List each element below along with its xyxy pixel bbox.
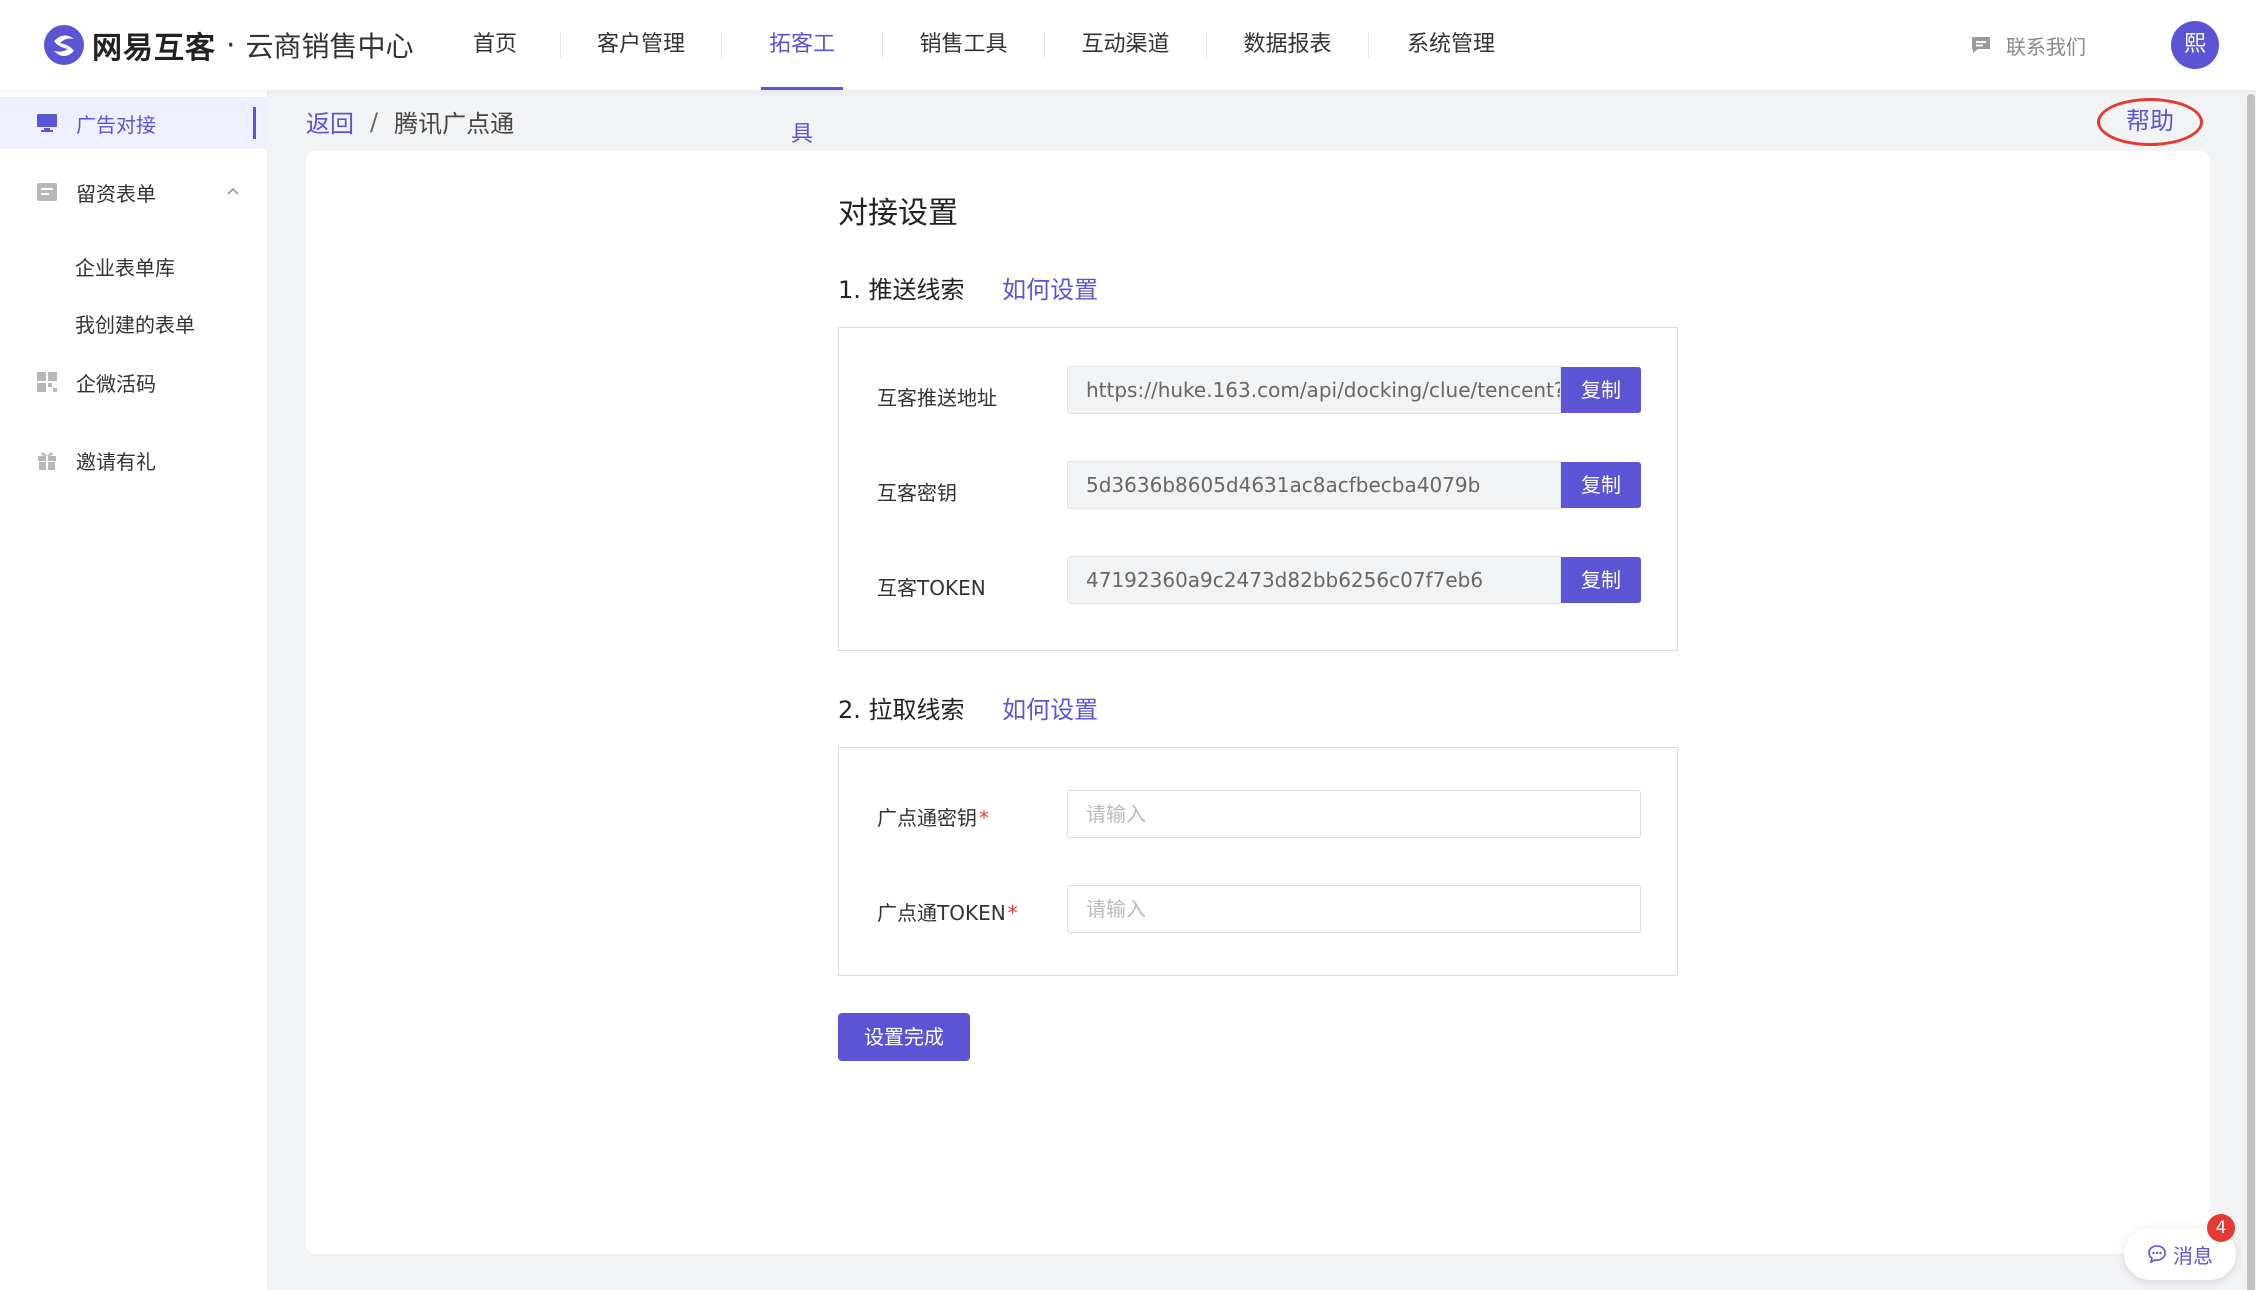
section-pull-leads-heading: 2. 拉取线索 如何设置 bbox=[838, 690, 1098, 725]
section-push-leads-label: 1. 推送线索 bbox=[838, 276, 965, 304]
token-label: 互客TOKEN bbox=[877, 576, 986, 600]
sidebar-subitem-my-forms[interactable]: 我创建的表单 bbox=[75, 309, 195, 338]
how-to-setup-link[interactable]: 如何设置 bbox=[1002, 696, 1098, 724]
form-icon bbox=[36, 181, 58, 203]
messages-label: 消息 bbox=[2173, 1243, 2213, 1268]
user-avatar[interactable]: 熙 bbox=[2171, 21, 2219, 69]
gdt-secret-key-label-text: 广点通密钥 bbox=[877, 806, 977, 830]
copy-push-url-button[interactable]: 复制 bbox=[1561, 367, 1641, 413]
gift-icon bbox=[36, 449, 58, 471]
gdt-token-label-text: 广点通TOKEN bbox=[877, 901, 1006, 925]
pull-leads-panel: 广点通密钥* 广点通TOKEN* bbox=[838, 747, 1678, 976]
nav-item-prospecting-tools[interactable]: 拓客工具 bbox=[761, 0, 843, 147]
nav-item-home[interactable]: 首页 bbox=[430, 0, 560, 90]
push-url-field[interactable]: https://huke.163.com/api/docking/clue/te… bbox=[1067, 366, 1561, 414]
how-to-setup-link[interactable]: 如何设置 bbox=[1002, 276, 1098, 304]
monitor-icon bbox=[36, 112, 58, 134]
sidebar: 广告对接 留资表单 企业表单库 我创建的表单 企微活码 邀请有礼 bbox=[0, 90, 268, 1290]
contact-us-label: 联系我们 bbox=[2006, 34, 2086, 59]
sidebar-subitem-enterprise-forms[interactable]: 企业表单库 bbox=[75, 252, 175, 281]
main-nav: 首页 客户管理 拓客工具 销售工具 互动渠道 数据报表 系统管理 bbox=[430, 0, 1533, 147]
main-content-card bbox=[306, 151, 2210, 1254]
brand-subtitle: 云商销售中心 bbox=[245, 30, 414, 63]
sidebar-item-label: 邀请有礼 bbox=[76, 449, 156, 474]
secret-key-field[interactable]: 5d3636b8605d4631ac8acfbecba4079b bbox=[1067, 461, 1561, 509]
unread-count-badge: 4 bbox=[2207, 1214, 2235, 1242]
sidebar-item-ad-integration[interactable]: 广告对接 bbox=[0, 97, 268, 149]
netease-logo-icon bbox=[44, 25, 84, 65]
required-asterisk: * bbox=[1007, 901, 1018, 925]
sidebar-item-invite-rewards[interactable]: 邀请有礼 bbox=[0, 438, 268, 482]
nav-divider bbox=[721, 32, 722, 58]
sidebar-item-lead-forms[interactable]: 留资表单 bbox=[0, 170, 268, 214]
breadcrumb: 返回 / 腾讯广点通 bbox=[306, 104, 514, 139]
required-asterisk: * bbox=[979, 806, 989, 830]
top-navigation-bar: 网易互客 · 云商销售中心 首页 客户管理 拓客工具 销售工具 互动渠道 数据报… bbox=[0, 0, 2256, 147]
copy-secret-key-button[interactable]: 复制 bbox=[1561, 462, 1641, 508]
contact-us-link[interactable]: 联系我们 bbox=[1970, 30, 2086, 60]
token-field[interactable]: 47192360a9c2473d82bb6256c07f7eb6 bbox=[1067, 556, 1561, 604]
push-leads-panel: 互客推送地址 https://huke.163.com/api/docking/… bbox=[838, 327, 1678, 651]
chevron-up-icon bbox=[227, 187, 239, 195]
chat-bubble-icon bbox=[1972, 37, 1990, 53]
sidebar-item-label: 广告对接 bbox=[76, 112, 156, 137]
breadcrumb-separator: / bbox=[370, 107, 379, 136]
sidebar-item-label: 留资表单 bbox=[76, 181, 156, 206]
help-link[interactable]: 帮助 bbox=[2097, 98, 2203, 146]
gdt-secret-key-input[interactable] bbox=[1067, 790, 1641, 838]
brand-logo-area[interactable]: 网易互客 · 云商销售中心 bbox=[42, 22, 414, 68]
nav-item-system[interactable]: 系统管理 bbox=[1369, 0, 1533, 90]
message-bubble-icon bbox=[2148, 1245, 2166, 1264]
grid-icon bbox=[36, 371, 58, 393]
push-url-label: 互客推送地址 bbox=[877, 386, 997, 410]
brand-name: 网易互客 bbox=[92, 31, 216, 66]
gdt-token-label: 广点通TOKEN * bbox=[877, 897, 1018, 926]
gdt-token-input[interactable] bbox=[1067, 885, 1641, 933]
finish-setup-button[interactable]: 设置完成 bbox=[838, 1013, 970, 1061]
nav-item-customers[interactable]: 客户管理 bbox=[561, 0, 721, 90]
gdt-secret-key-label: 广点通密钥 * bbox=[877, 802, 989, 831]
page-title: 对接设置 bbox=[838, 196, 958, 231]
sidebar-item-wecom-code[interactable]: 企微活码 bbox=[0, 360, 268, 404]
nav-item-reports[interactable]: 数据报表 bbox=[1207, 0, 1368, 90]
page-scrollbar[interactable] bbox=[2246, 90, 2256, 1290]
breadcrumb-current: 腾讯广点通 bbox=[394, 110, 515, 138]
section-pull-leads-label: 2. 拉取线索 bbox=[838, 696, 965, 724]
nav-item-sales-tools[interactable]: 销售工具 bbox=[883, 0, 1044, 90]
sidebar-item-label: 企微活码 bbox=[76, 371, 156, 396]
nav-item-channels[interactable]: 互动渠道 bbox=[1045, 0, 1206, 90]
copy-token-button[interactable]: 复制 bbox=[1561, 557, 1641, 603]
secret-key-label: 互客密钥 bbox=[877, 481, 957, 505]
section-push-leads-heading: 1. 推送线索 如何设置 bbox=[838, 270, 1098, 305]
scrollbar-thumb[interactable] bbox=[2247, 94, 2255, 1290]
breadcrumb-back-link[interactable]: 返回 bbox=[306, 104, 354, 139]
brand-separator-dot: · bbox=[226, 27, 236, 63]
